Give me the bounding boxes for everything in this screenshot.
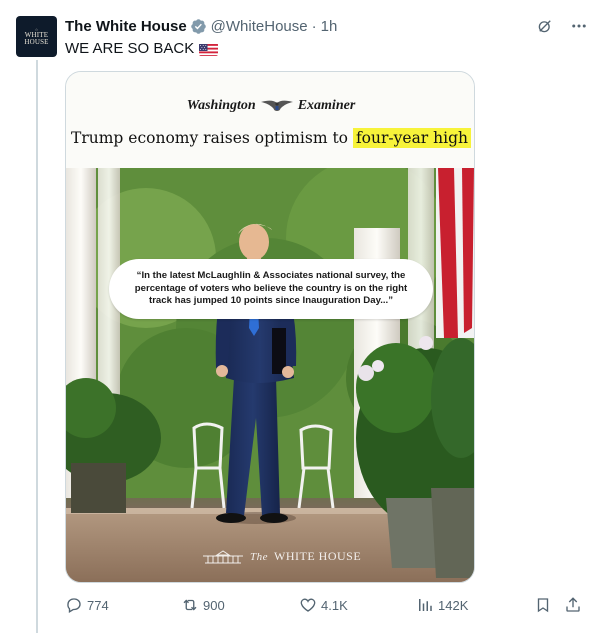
masthead-left: Washington	[186, 98, 256, 113]
more-icon[interactable]	[569, 16, 589, 36]
views-button[interactable]: 142K	[416, 596, 468, 614]
headline: Trump economy raises optimism to four-ye…	[66, 128, 474, 148]
grok-icon[interactable]	[535, 16, 555, 36]
avatar-text: WHITE HOUSE	[24, 31, 49, 46]
photo-scene	[66, 168, 474, 582]
avatar-seal: ☆	[34, 27, 39, 32]
watermark-name: WHITE HOUSE	[274, 549, 362, 563]
post-header: The White House @WhiteHouse · 1h	[65, 16, 337, 36]
author-handle[interactable]: @WhiteHouse	[211, 18, 308, 35]
repost-button[interactable]: 900	[181, 596, 225, 614]
share-icon	[566, 597, 580, 612]
post-media-image[interactable]: Washington Examiner Trump economy raises…	[65, 71, 475, 583]
views-count: 142K	[438, 597, 469, 613]
reply-icon	[67, 598, 81, 613]
white-house-logo-icon	[203, 549, 243, 563]
headline-panel: Washington Examiner Trump economy raises…	[66, 72, 474, 168]
post-text-content: WE ARE SO BACK	[65, 40, 195, 57]
headline-highlight: four-year high	[352, 128, 471, 148]
share-button[interactable]	[564, 596, 582, 614]
bookmark-button[interactable]	[534, 596, 552, 614]
post-time[interactable]: 1h	[321, 18, 338, 35]
header-actions	[535, 16, 589, 36]
post-actions: 774 900 4.1K 142K	[65, 596, 588, 616]
reply-button[interactable]: 774	[65, 596, 109, 614]
us-flag-emoji	[199, 43, 219, 56]
verified-badge-icon[interactable]	[190, 18, 207, 35]
repost-count: 900	[203, 597, 225, 613]
views-icon	[419, 599, 432, 611]
white-house-watermark: The WHITE HOUSE	[202, 549, 361, 564]
masthead: Washington Examiner	[66, 98, 474, 114]
like-count: 4.1K	[321, 597, 348, 613]
repost-icon	[183, 599, 197, 611]
separator-dot: ·	[311, 17, 317, 35]
us-flag-photo	[436, 168, 474, 338]
photo: “In the latest McLaughlin & Associates n…	[66, 168, 474, 582]
bookmark-icon	[537, 598, 549, 613]
like-icon	[300, 598, 316, 612]
avatar[interactable]: ☆ WHITE HOUSE	[16, 16, 57, 57]
eagle-logo-icon	[260, 100, 293, 111]
quote-bubble: “In the latest McLaughlin & Associates n…	[109, 259, 433, 319]
masthead-right: Examiner	[297, 98, 356, 113]
like-button[interactable]: 4.1K	[299, 596, 348, 614]
watermark-the: The	[250, 550, 268, 563]
thread-line	[36, 60, 38, 633]
author-name[interactable]: The White House	[65, 18, 187, 35]
reply-count: 774	[87, 597, 109, 613]
headline-prefix: Trump economy raises optimism to	[71, 129, 353, 147]
post-text: WE ARE SO BACK	[65, 39, 219, 59]
